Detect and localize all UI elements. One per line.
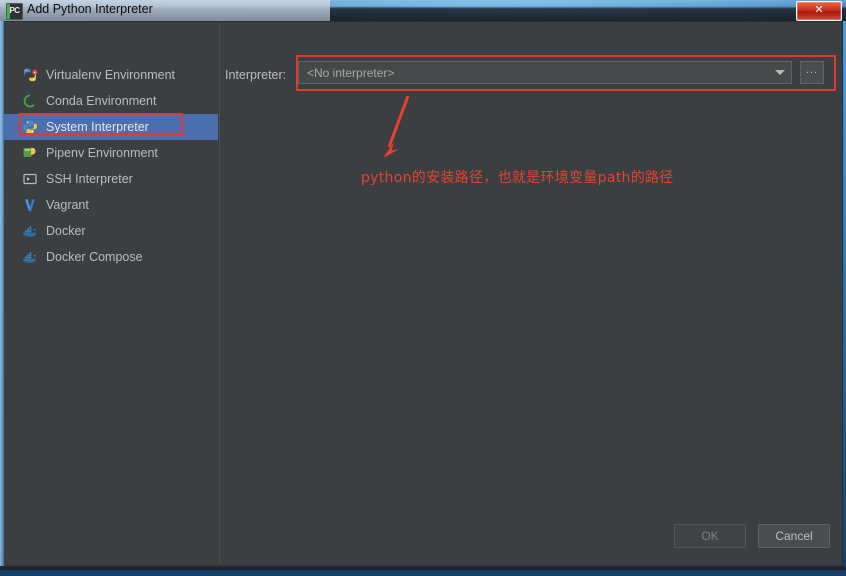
sidebar-item-vagrant[interactable]: Vagrant xyxy=(4,192,218,218)
docker-icon xyxy=(22,223,38,239)
sidebar-item-pipenv-environment[interactable]: Pipenv Environment xyxy=(4,140,218,166)
interpreter-label: Interpreter: xyxy=(225,68,287,82)
window-left-edge xyxy=(0,21,4,570)
ok-button[interactable]: OK xyxy=(674,524,746,548)
interpreter-selected-value: <No interpreter> xyxy=(307,65,395,80)
interpreter-type-sidebar: Virtualenv Environment Conda Environment xyxy=(4,22,218,568)
sidebar-item-label: SSH Interpreter xyxy=(46,172,133,186)
vagrant-icon xyxy=(22,197,38,213)
interpreter-select[interactable]: <No interpreter> xyxy=(298,61,792,84)
window-title: Add Python Interpreter xyxy=(27,2,153,16)
title-bar: PC Add Python Interpreter ✕ xyxy=(0,0,846,21)
pycharm-icon: PC xyxy=(6,3,23,20)
sidebar-item-conda-environment[interactable]: Conda Environment xyxy=(4,88,218,114)
sidebar-item-label: Docker xyxy=(46,224,86,238)
screen: PC Add Python Interpreter ✕ Virtualenv E… xyxy=(0,0,846,576)
ssh-terminal-icon xyxy=(22,171,38,187)
sidebar-item-label: Vagrant xyxy=(46,198,89,212)
dialog-footer: OK Cancel xyxy=(4,514,844,566)
conda-icon xyxy=(22,93,38,109)
sidebar-item-label: Pipenv Environment xyxy=(46,146,158,160)
dialog-window: PC Add Python Interpreter ✕ Virtualenv E… xyxy=(0,0,846,570)
sidebar-item-system-interpreter[interactable]: System Interpreter xyxy=(4,114,218,140)
sidebar-item-label: Docker Compose xyxy=(46,250,143,264)
annotation-note: python的安装路径，也就是环境变量path的路径 xyxy=(361,170,674,186)
sidebar-item-docker-compose[interactable]: Docker Compose xyxy=(4,244,218,270)
close-icon[interactable]: ✕ xyxy=(796,1,842,21)
interpreter-settings-pane: Interpreter: <No interpreter> ... xyxy=(220,22,844,568)
pipenv-icon xyxy=(22,145,38,161)
docker-compose-icon xyxy=(22,249,38,265)
python-icon xyxy=(22,119,38,135)
window-bottom-edge xyxy=(0,566,846,570)
virtualenv-icon xyxy=(22,67,38,83)
sidebar-item-docker[interactable]: Docker xyxy=(4,218,218,244)
browse-interpreter-button[interactable]: ... xyxy=(800,61,824,84)
sidebar-item-ssh-interpreter[interactable]: SSH Interpreter xyxy=(4,166,218,192)
dialog-body: Virtualenv Environment Conda Environment xyxy=(3,21,844,568)
sidebar-item-label: Virtualenv Environment xyxy=(46,68,176,82)
chevron-down-icon[interactable] xyxy=(769,62,791,83)
sidebar-item-virtualenv-environment[interactable]: Virtualenv Environment xyxy=(4,62,218,88)
cancel-button[interactable]: Cancel xyxy=(758,524,830,548)
sidebar-item-label: Conda Environment xyxy=(46,94,157,108)
sidebar-item-label: System Interpreter xyxy=(46,120,149,134)
